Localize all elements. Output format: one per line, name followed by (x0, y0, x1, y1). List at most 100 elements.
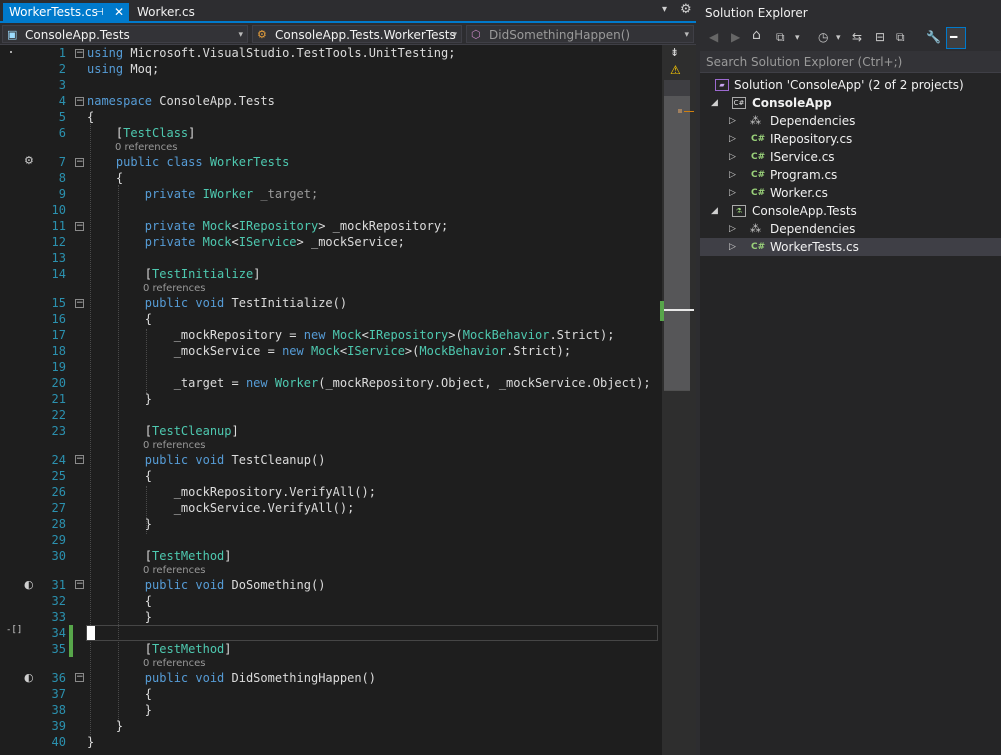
code-editor[interactable]: 1 2 3 4 5 6 7 8 9 10 11 12 13 14 15 16 17 18 19 20 21 22 23 24 2… (0, 45, 662, 755)
line-number: 29 (51, 533, 66, 547)
pending-changes-filter-icon[interactable]: ◷ (818, 30, 828, 44)
test-status-icon[interactable]: ◐ (24, 671, 34, 684)
fold-toggle[interactable]: − (75, 580, 84, 589)
line-number: 39 (51, 719, 66, 733)
codelens-references[interactable]: 0 references (115, 142, 178, 154)
line-number: 4 (58, 94, 66, 108)
chevron-down-icon: ▾ (684, 30, 689, 40)
code-line-31: public void DoSomething() (87, 578, 326, 592)
line-number: 32 (51, 594, 66, 608)
line-number: 24 (51, 453, 66, 467)
codelens-references[interactable]: 0 references (143, 658, 206, 670)
collapsed-icon[interactable]: ▷ (729, 184, 736, 202)
line-number: 5 (58, 110, 66, 124)
fold-toggle[interactable]: − (75, 673, 84, 682)
line-number: 21 (51, 392, 66, 406)
scrollbar-thumb[interactable] (664, 96, 690, 391)
expanded-icon[interactable]: ◢ (711, 94, 718, 112)
tab-overflow-icon[interactable]: ▾ (662, 4, 667, 15)
code-line-21: } (87, 392, 153, 406)
show-all-files-icon[interactable]: ⧉ (896, 30, 905, 45)
code-line-18: _mockService = new Mock<IService>(MockBe… (87, 344, 572, 358)
quick-action-icon[interactable]: -[] (6, 625, 22, 635)
code-line-27: _mockService.VerifyAll(); (87, 501, 355, 515)
member-dropdown[interactable]: ⬡ DidSomethingHappen() ▾ (466, 25, 694, 43)
back-icon[interactable]: ◀ (709, 30, 718, 44)
collapse-all-icon[interactable]: ⊟ (875, 30, 885, 44)
fold-toggle[interactable]: − (75, 455, 84, 464)
collapsed-icon[interactable]: ▷ (729, 238, 736, 256)
preview-selected-items-button[interactable]: ━ (946, 27, 966, 49)
test-project-icon: ⚗ (732, 205, 746, 217)
sync-active-document-icon[interactable]: ⇆ (852, 30, 862, 44)
class-dropdown[interactable]: ⚙ ConsoleApp.Tests.WorkerTests ▾ (252, 25, 462, 43)
line-number: 12 (51, 235, 66, 249)
collapsed-icon[interactable]: ▷ (729, 148, 736, 166)
solution-icon: ▰ (715, 79, 729, 91)
code-line-32: { (87, 594, 153, 608)
collapsed-icon[interactable]: ▷ (729, 166, 736, 184)
close-icon[interactable]: ✕ (114, 3, 124, 22)
line-number: 28 (51, 517, 66, 531)
overview-marker (684, 111, 694, 112)
glyph-margin (0, 45, 22, 755)
warning-icon[interactable]: ⚠ (670, 63, 681, 77)
text-caret (87, 626, 95, 640)
pin-icon[interactable]: ⊣ (95, 3, 104, 22)
code-line-8: { (87, 171, 124, 185)
tab-worker[interactable]: Worker.cs (131, 3, 241, 22)
chevron-down-icon[interactable]: ▾ (836, 33, 841, 43)
fold-toggle[interactable]: − (75, 49, 84, 58)
line-number: 35 (51, 642, 66, 656)
collapsed-icon[interactable]: ▷ (729, 130, 736, 148)
code-line-17: _mockRepository = new Mock<IRepository>(… (87, 328, 615, 342)
collapsed-icon[interactable]: ▷ (729, 220, 736, 238)
codelens-references[interactable]: 0 references (143, 440, 206, 452)
code-line-39: } (87, 719, 124, 733)
home-icon[interactable]: ⌂ (752, 27, 761, 43)
code-line-14: [TestInitialize] (87, 267, 261, 281)
navigation-bar: ▣ ConsoleApp.Tests ▾ ⚙ ConsoleApp.Tests.… (0, 23, 696, 45)
codelens-references[interactable]: 0 references (143, 565, 206, 577)
gear-icon[interactable]: ⚙ (680, 2, 692, 17)
chevron-down-icon[interactable]: ▾ (795, 33, 800, 43)
line-number: 34 (51, 626, 66, 640)
line-number: 37 (51, 687, 66, 701)
line-number: 2 (58, 62, 66, 76)
current-line-highlight (86, 625, 658, 641)
split-window-icon[interactable]: ⇟ (670, 46, 679, 59)
fold-toggle[interactable]: − (75, 222, 84, 231)
switch-views-icon[interactable]: ⧉ (776, 30, 785, 45)
code-line-6: [TestClass] (87, 126, 196, 140)
properties-wrench-icon[interactable]: 🔧 (926, 30, 941, 44)
fold-toggle[interactable]: − (75, 299, 84, 308)
class-icon[interactable]: ⚙ (24, 154, 34, 167)
class-icon: ⚙ (257, 28, 267, 41)
fold-toggle[interactable]: − (75, 97, 84, 106)
chevron-down-icon: ▾ (238, 30, 243, 40)
tab-label: Worker.cs (137, 5, 195, 19)
code-line-1: using Microsoft.VisualStudio.TestTools.U… (87, 46, 456, 60)
code-line-5: { (87, 110, 95, 124)
line-number: 18 (51, 344, 66, 358)
code-line-12: private Mock<IService> _mockService; (87, 235, 405, 249)
code-line-30: [TestMethod] (87, 549, 232, 563)
csharp-file-icon: C# (751, 152, 766, 162)
project-icon: ▣ (7, 28, 18, 41)
code-line-23: [TestCleanup] (87, 424, 239, 438)
search-input[interactable]: Search Solution Explorer (Ctrl+;) (706, 55, 902, 69)
method-icon: ⬡ (471, 28, 481, 41)
code-line-15: public void TestInitialize() (87, 296, 348, 310)
codelens-references[interactable]: 0 references (143, 283, 206, 295)
code-line-24: public void TestCleanup() (87, 453, 326, 467)
solution-explorer-search[interactable]: Search Solution Explorer (Ctrl+;) (700, 51, 1001, 73)
collapsed-icon[interactable]: ▷ (729, 112, 736, 130)
test-status-icon[interactable]: ◐ (24, 578, 34, 591)
change-marker (69, 625, 73, 657)
expanded-icon[interactable]: ◢ (711, 202, 718, 220)
forward-icon[interactable]: ▶ (731, 30, 740, 44)
project-dropdown[interactable]: ▣ ConsoleApp.Tests ▾ (2, 25, 248, 43)
line-number: 30 (51, 549, 66, 563)
fold-toggle[interactable]: − (75, 158, 84, 167)
tab-workertests[interactable]: WorkerTests.cs ⊣ ✕ (3, 3, 129, 22)
